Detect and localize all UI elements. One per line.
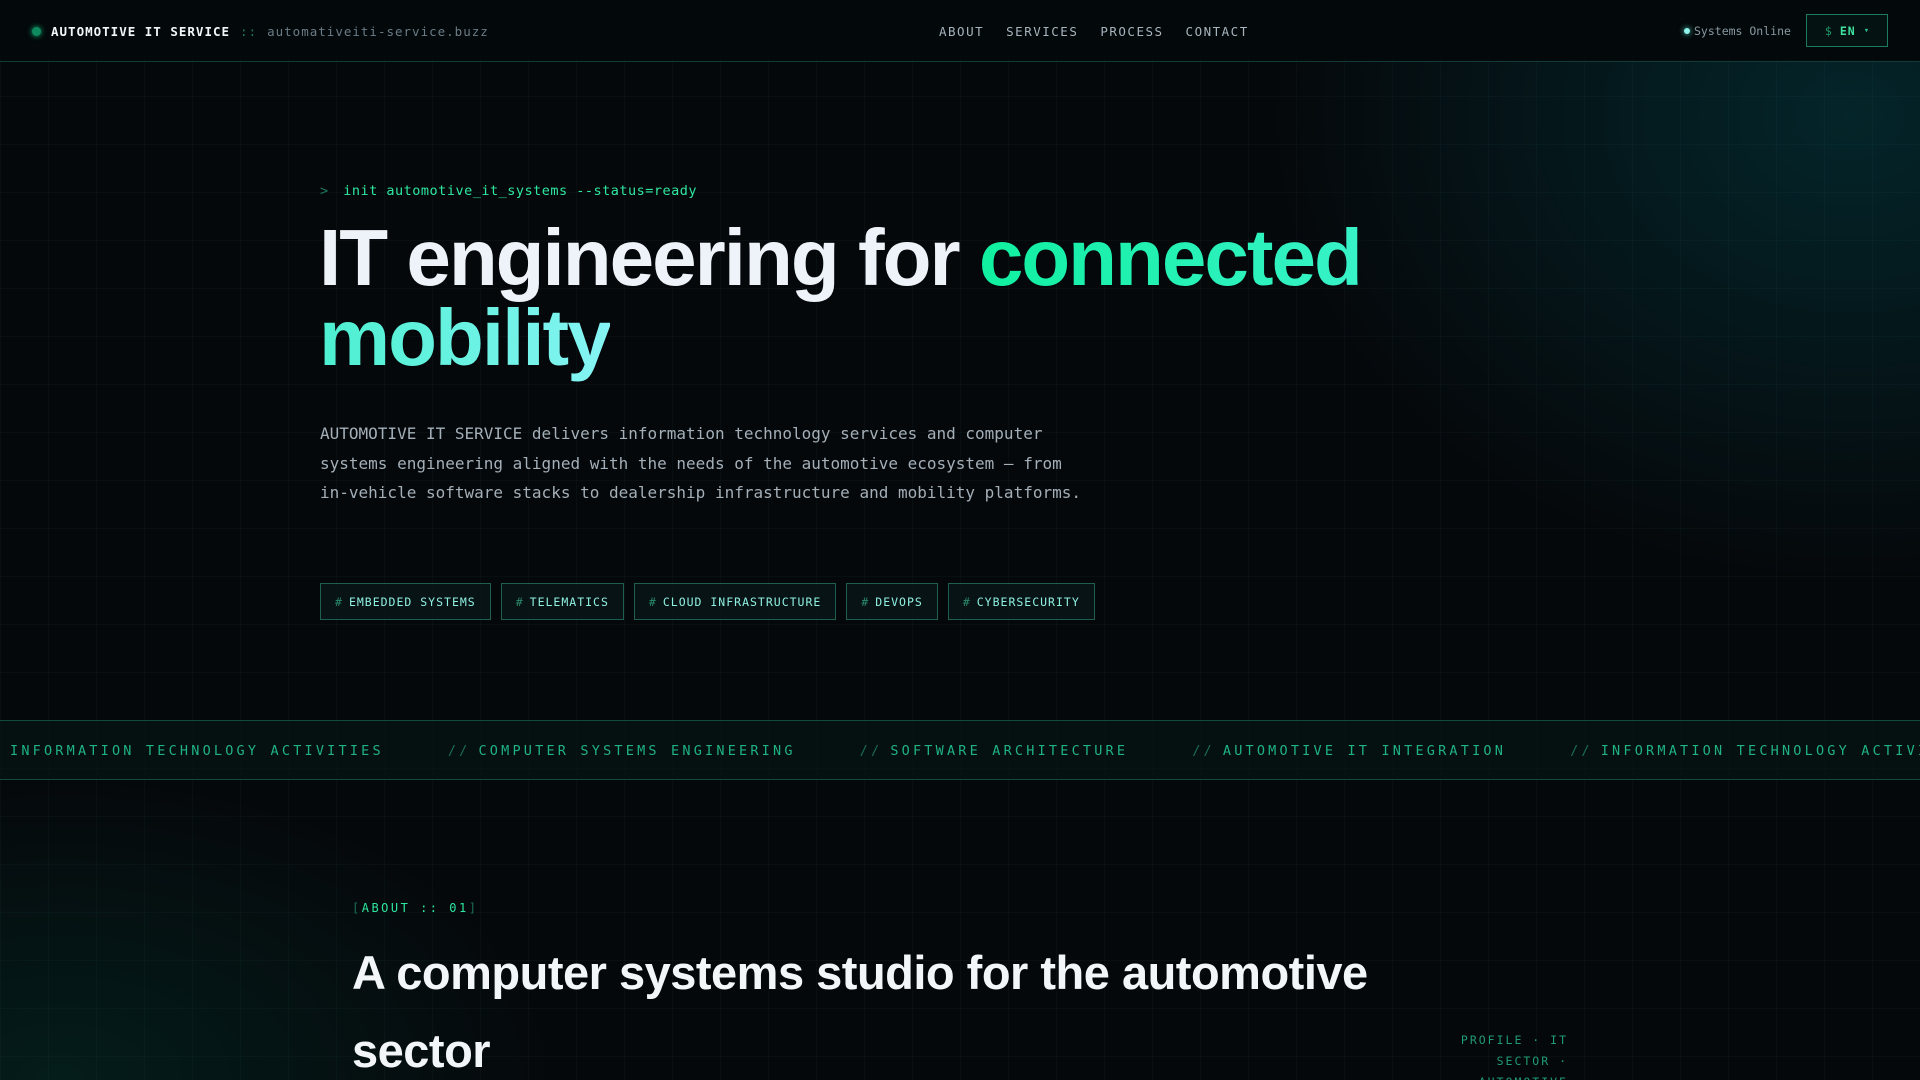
system-status-indicator: Systems Online [1684,0,1791,62]
language-selector[interactable]: $ EN ▾ [1806,14,1888,47]
tag-hash: # [335,594,343,609]
command-text: init automotive_it_systems --status=read… [343,183,698,199]
main-nav: ABOUT SERVICES PROCESS CONTACT [939,0,1249,62]
command-prompt: > [320,183,329,199]
tag-hash: # [515,594,524,609]
tag-label: CLOUD INFRASTRUCTURE [662,594,822,609]
headline-part-1: IT engineering for [319,213,979,302]
about-label-text: ABOUT :: 01 [361,901,469,915]
hero-command-line: > init automotive_it_systems --status=re… [320,183,697,199]
brand-name: AUTOMOTIVE IT SERVICE [51,23,231,39]
bracket-open: [ [352,901,362,915]
headline-highlight-mobility: mobility [319,293,612,382]
nav-link-contact[interactable]: CONTACT [1186,24,1249,39]
hero-description: AUTOMOTIVE IT SERVICE delivers informati… [320,424,1081,503]
tag-label: CYBERSECURITY [976,594,1080,609]
bracket-close: ] [468,901,479,915]
top-navbar: AUTOMOTIVE IT SERVICE :: automativeiti-s… [0,0,1920,62]
headline-highlight-connected: connected [978,213,1363,302]
background-grid [0,0,1920,1080]
ticker-separator: // [1570,743,1593,759]
tag-label: DEVOPS [875,594,923,609]
about-title: A computer systems studio for the automo… [352,946,1368,1077]
tag-label: EMBEDDED SYSTEMS [348,594,476,609]
hero-headline: IT engineering for connected mobility [319,218,1519,378]
status-dot-icon [1684,28,1690,34]
tag-telematics[interactable]: # TELEMATICS [500,583,624,620]
ticker-track: INFORMATION TECHNOLOGY ACTIVITIES //COMP… [10,721,1920,779]
ticker-item: //SOFTWARE ARCHITECTURE [859,743,1129,759]
ticker-separator: // [1192,743,1215,759]
tag-devops[interactable]: # DEVOPS [846,583,938,620]
ticker-separator: // [859,743,883,759]
tag-cybersecurity[interactable]: # CYBERSECURITY [947,583,1095,620]
brand-separator: :: [240,23,258,39]
tag-embedded-systems[interactable]: # EMBEDDED SYSTEMS [320,583,491,620]
tag-label: TELEMATICS [529,594,609,609]
ticker-separator: // [447,743,471,759]
profile-side-label: PROFILE · IT SECTOR · AUTOMOTIVE [1460,1033,1568,1080]
activities-ticker: INFORMATION TECHNOLOGY ACTIVITIES //COMP… [0,720,1920,780]
brand-logo-link[interactable]: AUTOMOTIVE IT SERVICE :: automativeiti-s… [32,0,489,62]
ticker-item: //COMPUTER SYSTEMS ENGINEERING [447,743,796,759]
nav-link-about[interactable]: ABOUT [939,24,984,39]
ticker-item: //INFORMATION TECHNOLOGY ACTIVITIES [1570,743,1920,759]
status-text: Systems Online [1694,24,1791,38]
nav-link-process[interactable]: PROCESS [1100,24,1163,39]
tag-hash: # [861,594,870,609]
tag-hash: # [962,594,971,609]
brand-domain: automativeiti-service.buzz [267,23,489,39]
ticker-item: INFORMATION TECHNOLOGY ACTIVITIES [10,743,384,759]
chevron-down-icon: ▾ [1863,25,1870,36]
nav-link-services[interactable]: SERVICES [1006,24,1078,39]
tag-cloud-infrastructure[interactable]: # CLOUD INFRASTRUCTURE [633,583,837,620]
lang-prompt: $ [1824,23,1832,38]
service-tags: # EMBEDDED SYSTEMS # TELEMATICS # CLOUD … [320,583,1095,620]
tag-hash: # [648,594,657,609]
about-section-label: [ABOUT :: 01] [352,901,478,915]
ticker-item: //AUTOMOTIVE IT INTEGRATION [1192,743,1507,759]
lang-code: EN [1839,23,1856,38]
brand-status-dot-icon [32,26,41,36]
